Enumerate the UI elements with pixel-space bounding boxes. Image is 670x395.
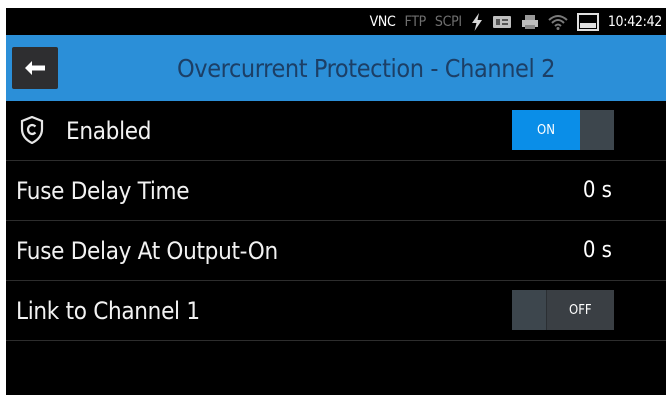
vnc-indicator: VNC [369,13,396,30]
back-button[interactable] [12,47,58,89]
link-channel-label: Link to Channel 1 [16,296,200,325]
display-icon [576,12,599,32]
wifi-icon [548,12,568,32]
fuse-delay-time-value[interactable]: 0 s [583,178,612,203]
page-title: Overcurrent Protection - Channel 2 [177,53,555,83]
setting-row-fuse-delay-time[interactable]: Fuse Delay Time 0 s [6,161,666,221]
enabled-label: Enabled [66,116,152,145]
arrow-left-icon [25,61,45,75]
shield-icon [20,115,44,148]
toggle-on-label: ON [512,110,580,150]
setting-row-link-channel[interactable]: Link to Channel 1 OFF [6,281,666,341]
link-channel-toggle[interactable]: OFF [512,290,614,330]
setting-row-fuse-delay-output-on[interactable]: Fuse Delay At Output-On 0 s [6,221,666,281]
setting-row-enabled[interactable]: Enabled ON [6,101,666,161]
usb-icon [492,12,512,32]
printer-icon [521,12,539,32]
fuse-delay-output-on-label: Fuse Delay At Output-On [16,236,278,265]
clock: 10:42:42 [607,13,662,30]
device-screen: VNC FTP SCPI 10:42:42 Overcurrent Protec… [6,8,666,395]
toggle-knob [580,110,614,150]
toggle-off-label: OFF [546,290,614,330]
enabled-toggle[interactable]: ON [512,110,614,150]
ftp-indicator: FTP [404,13,427,30]
status-bar: VNC FTP SCPI 10:42:42 [6,8,666,35]
fuse-delay-output-on-value[interactable]: 0 s [583,238,612,263]
toggle-knob [512,290,547,330]
title-bar: Overcurrent Protection - Channel 2 [6,35,666,101]
lightning-icon [471,12,483,32]
fuse-delay-time-label: Fuse Delay Time [16,176,190,205]
scpi-indicator: SCPI [434,13,462,30]
